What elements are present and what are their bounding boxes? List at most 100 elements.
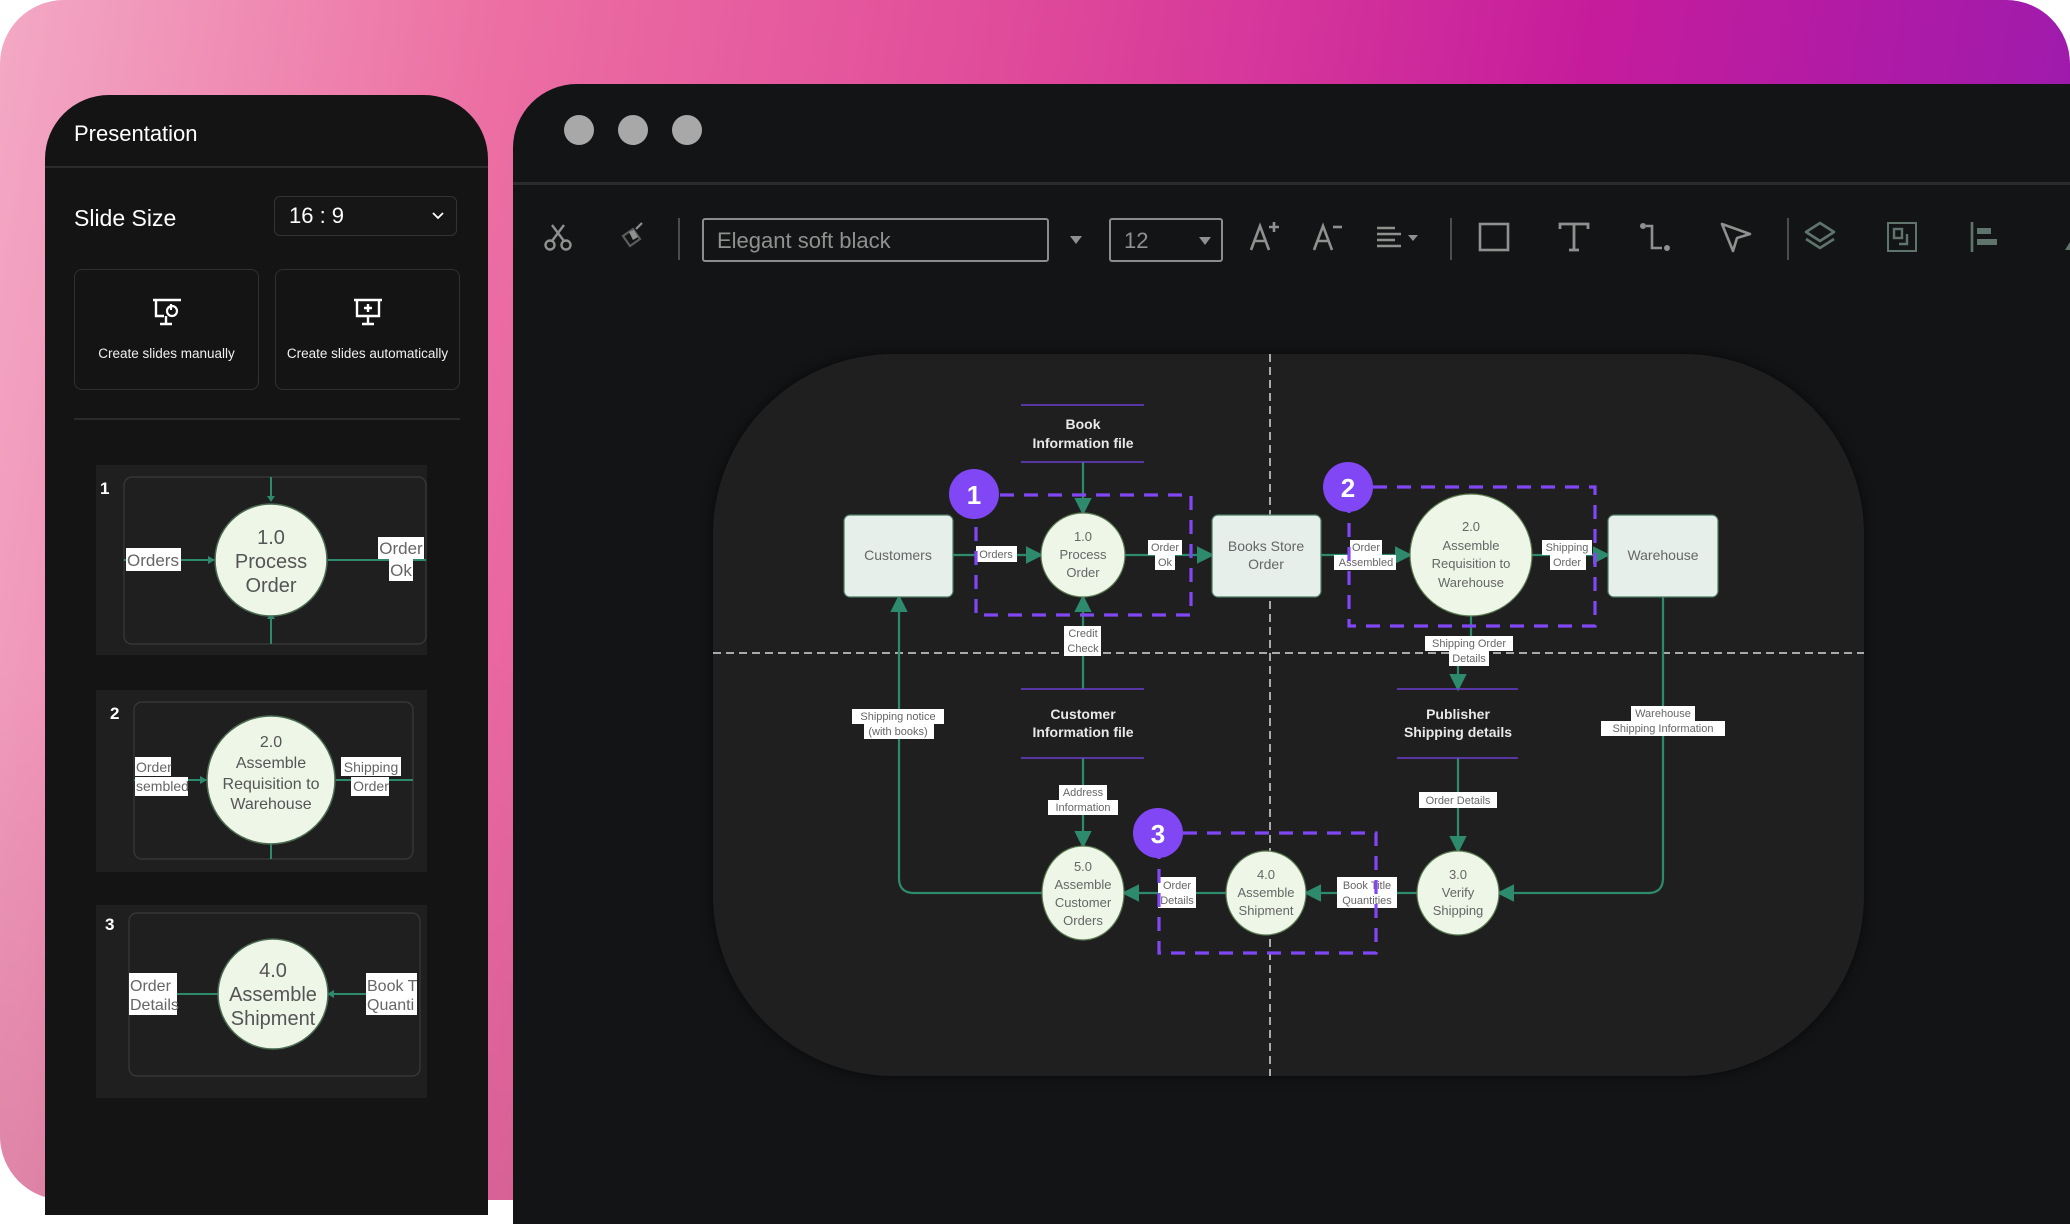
slide-thumbnail-1[interactable]: 1.0 Process Order Orders Order Ok 1: [96, 465, 427, 655]
slide-thumbnail-2[interactable]: 2.0 Assemble Requisition to Warehouse Or…: [96, 690, 427, 872]
flow-label-orders: Orders: [979, 549, 1013, 561]
slide-badge-1[interactable]: 1: [949, 469, 999, 519]
window-maximize-button[interactable]: [672, 115, 702, 145]
rectangle-icon[interactable]: [1477, 220, 1511, 254]
entity-warehouse[interactable]: Warehouse: [1607, 514, 1719, 598]
entity-customers[interactable]: Customers: [843, 514, 954, 598]
flow-label-shipping-order: Shipping: [1546, 542, 1589, 554]
process-label: Order: [1066, 565, 1100, 580]
text-icon[interactable]: [1557, 220, 1591, 254]
entity-books-store-order[interactable]: Books Store Order: [1211, 514, 1322, 598]
store-label: Book: [1066, 416, 1101, 432]
create-slides-automatically-label: Create slides automatically: [286, 346, 449, 361]
decrease-font-icon[interactable]: [1311, 220, 1345, 254]
process-label: Process: [1060, 547, 1107, 562]
flow-label: Quanti: [367, 997, 414, 1014]
flow-label: Order: [130, 978, 172, 995]
process-3-verify-shipping[interactable]: 3.0 Verify Shipping: [1416, 850, 1500, 936]
slide-badge-2[interactable]: 2: [1323, 462, 1373, 512]
font-family-input[interactable]: Elegant soft black: [702, 218, 1049, 262]
flow-label-credit-check: Check: [1067, 643, 1099, 655]
slide-number: 1: [100, 479, 110, 498]
process-label: Verify: [1442, 885, 1475, 900]
flow-label-order-assembled: Order: [1352, 542, 1380, 554]
entity-label: Warehouse: [1627, 547, 1698, 563]
font-size-select[interactable]: 12: [1109, 218, 1223, 262]
flow-label: Order: [136, 759, 172, 775]
flow-label-shipping-order-details: Shipping Order: [1432, 638, 1506, 650]
presentation-panel: Presentation Slide Size 16 : 9 Create sl…: [45, 95, 488, 1215]
slide-number: 3: [105, 915, 115, 934]
font-size-dropdown-icon: [1199, 237, 1211, 245]
flow-label-address-info: Address: [1063, 787, 1104, 799]
create-slides-manually-button[interactable]: Create slides manually: [74, 269, 259, 390]
flow-label-order-assembled: Assembled: [1339, 557, 1393, 569]
window-close-button[interactable]: [564, 115, 594, 145]
flow-label-shipping-notice: Shipping notice: [860, 711, 935, 723]
toolbar-separator: [678, 218, 680, 260]
layers-icon[interactable]: [1803, 220, 1837, 254]
group-icon[interactable]: [1885, 220, 1919, 254]
panel-divider: [45, 166, 488, 168]
flow-label-order-ok: Ok: [1158, 557, 1173, 569]
flow-label-book-title-quantities: Quantities: [1342, 895, 1392, 907]
titlebar-divider: [513, 182, 2070, 185]
process-label: 1.0: [1074, 529, 1092, 544]
align-icon[interactable]: [1375, 220, 1423, 254]
flow-label: Order: [379, 539, 423, 558]
store-label: Customer: [1050, 706, 1116, 722]
process-label: Shipping: [1433, 903, 1484, 918]
slide-badge-3[interactable]: 3: [1133, 808, 1183, 858]
connector-icon[interactable]: [1638, 220, 1672, 254]
flow-label: Ok: [390, 561, 412, 580]
triangle-icon[interactable]: [2051, 220, 2070, 254]
font-size-value: 12: [1124, 228, 1149, 253]
process-label: 4.0: [1257, 867, 1275, 882]
process-line: Warehouse: [230, 796, 311, 813]
slide-size-select[interactable]: 16 : 9: [274, 196, 457, 236]
create-slides-automatically-button[interactable]: Create slides automatically: [275, 269, 460, 390]
process-line: Order: [245, 575, 296, 597]
process-label: Assemble: [1237, 885, 1294, 900]
process-line: Shipment: [231, 1008, 316, 1030]
process-label: Warehouse: [1438, 575, 1504, 590]
window-minimize-button[interactable]: [618, 115, 648, 145]
process-label: Shipment: [1239, 903, 1294, 918]
process-label: Assemble: [1054, 877, 1111, 892]
flow-label-book-title-quantities: Book Title: [1343, 880, 1391, 892]
slide-thumbnail-3[interactable]: 4.0 Assemble Shipment Order Details Book…: [96, 905, 427, 1098]
increase-font-icon[interactable]: [1248, 220, 1282, 254]
flow-label: Details: [130, 997, 179, 1014]
flow-label-order-details: Order Details: [1426, 795, 1491, 807]
process-5-assemble-customer-orders[interactable]: 5.0 Assemble Customer Orders: [1041, 845, 1125, 941]
process-label: Requisition to: [1432, 556, 1511, 571]
process-id: 1.0: [257, 527, 285, 549]
store-label: Information file: [1032, 435, 1133, 451]
align-left-icon[interactable]: [1968, 220, 2002, 254]
toolbar-separator: [1787, 218, 1789, 260]
font-family-dropdown-icon[interactable]: [1070, 236, 1082, 244]
process-line: Process: [235, 551, 307, 573]
chevron-down-icon: [432, 212, 444, 220]
process-id: 2.0: [260, 734, 282, 751]
process-4-assemble-shipment[interactable]: 4.0 Assemble Shipment: [1225, 850, 1307, 936]
process-line: Requisition to: [223, 776, 320, 793]
flow-label: Order: [353, 778, 389, 794]
process-2-assemble-requisition[interactable]: 2.0 Assemble Requisition to Warehouse: [1409, 493, 1533, 617]
process-line: Assemble: [236, 755, 306, 772]
flow-label-shipping-order: Order: [1553, 557, 1581, 569]
process-label: 2.0: [1462, 519, 1480, 534]
process-label: Orders: [1063, 913, 1103, 928]
scissors-icon[interactable]: [541, 220, 575, 254]
flow-label: Shipping: [344, 759, 399, 775]
pointer-icon[interactable]: [1719, 220, 1753, 254]
store-label: Publisher: [1426, 706, 1490, 722]
process-1-process-order[interactable]: 1.0 Process Order: [1040, 512, 1126, 598]
flow-label-credit-check: Credit: [1068, 628, 1097, 640]
slide-1-preview: 1.0 Process Order Orders Order Ok: [123, 476, 427, 645]
paint-brush-icon[interactable]: [615, 220, 649, 254]
panel-divider: [74, 418, 460, 420]
flow-label-warehouse-shipping: Shipping Information: [1613, 723, 1714, 735]
process-label: Assemble: [1442, 538, 1499, 553]
process-label: 5.0: [1074, 859, 1092, 874]
